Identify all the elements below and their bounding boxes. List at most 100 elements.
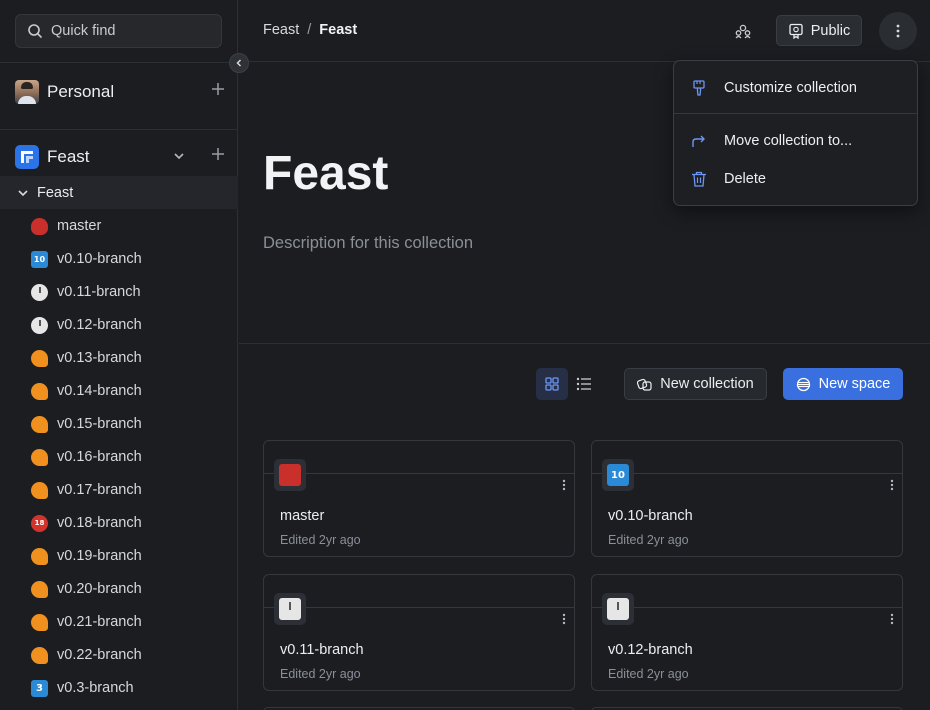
card-edited: Edited 2yr ago: [608, 667, 689, 681]
sidebar-item-label: v0.20-branch: [57, 581, 142, 597]
card-icon-box: [274, 593, 306, 625]
org-row-feast[interactable]: Feast: [15, 144, 225, 170]
card-divider: [592, 607, 902, 608]
search-label: Quick find: [51, 23, 116, 39]
breadcrumb: Feast / Feast: [263, 22, 357, 38]
sidebar-item-v0-14[interactable]: v0.14-branch: [31, 380, 142, 402]
tree-root-feast[interactable]: Feast: [0, 176, 238, 209]
grid-view-button[interactable]: [536, 368, 568, 400]
more-vertical-icon[interactable]: [890, 613, 894, 625]
chevron-down-icon[interactable]: [173, 150, 185, 162]
clock-icon: [31, 283, 48, 301]
paint-brush-icon: [693, 80, 705, 96]
sidebar-item-v0-13[interactable]: v0.13-branch: [31, 347, 142, 369]
card-icon-box: [274, 459, 306, 491]
sidebar-item-label: v0.19-branch: [57, 548, 142, 564]
croissant-icon: [31, 613, 48, 631]
sidebar-item-label: master: [57, 218, 102, 234]
sidebar-item-label: v0.17-branch: [57, 482, 142, 498]
list-view-button[interactable]: [568, 368, 600, 400]
card-icon-box: 10: [602, 459, 634, 491]
space-card-master[interactable]: master Edited 2yr ago: [263, 440, 575, 557]
sidebar-item-v0-21[interactable]: v0.21-branch: [31, 611, 142, 633]
new-space-button[interactable]: New space: [783, 368, 903, 400]
more-vertical-icon[interactable]: [562, 613, 566, 625]
menu-item-customize[interactable]: Customize collection: [674, 71, 917, 105]
more-vertical-icon[interactable]: [562, 479, 566, 491]
sidebar-item-v0-18[interactable]: 18 v0.18-branch: [31, 512, 142, 534]
page-title[interactable]: Feast: [263, 146, 388, 201]
no-one-under-eighteen-icon: 18: [31, 514, 48, 532]
breadcrumb-parent[interactable]: Feast: [263, 22, 299, 38]
sidebar-item-v0-20[interactable]: v0.20-branch: [31, 578, 142, 600]
personal-label: Personal: [47, 82, 115, 101]
list-icon: [576, 377, 591, 391]
sidebar-item-v0-11[interactable]: v0.11-branch: [31, 281, 141, 303]
sidebar-item-label: v0.13-branch: [57, 350, 142, 366]
new-space-label: New space: [818, 376, 891, 392]
sidebar-item-v0-10[interactable]: 10 v0.10-branch: [31, 248, 142, 270]
org-label: Feast: [47, 147, 90, 166]
clock-icon: [607, 598, 629, 620]
page-description[interactable]: Description for this collection: [263, 234, 473, 253]
croissant-icon: [31, 349, 48, 367]
more-options-button[interactable]: [879, 12, 917, 50]
clock-icon: [279, 598, 301, 620]
card-title: v0.11-branch: [280, 642, 364, 658]
ogre-icon: [31, 217, 48, 235]
space-icon: [796, 377, 810, 391]
new-collection-button[interactable]: New collection: [624, 368, 767, 400]
croissant-icon: [31, 646, 48, 664]
menu-item-delete[interactable]: Delete: [674, 162, 917, 196]
sidebar-item-label: v0.11-branch: [57, 284, 141, 300]
sidebar-item-label: v0.15-branch: [57, 416, 142, 432]
breadcrumb-current[interactable]: Feast: [319, 22, 357, 38]
card-edited: Edited 2yr ago: [280, 533, 361, 547]
sidebar-item-v0-22[interactable]: v0.22-branch: [31, 644, 142, 666]
add-personal-icon[interactable]: [211, 82, 225, 96]
card-edited: Edited 2yr ago: [608, 533, 689, 547]
croissant-icon: [31, 481, 48, 499]
ogre-icon: [279, 464, 301, 486]
croissant-icon: [31, 580, 48, 598]
avatar: [15, 80, 39, 104]
personal-space-row[interactable]: Personal: [15, 79, 225, 105]
new-collection-label: New collection: [660, 376, 754, 392]
public-visibility-button[interactable]: Public: [776, 15, 862, 46]
collection-icon: [637, 378, 652, 391]
topbar: Feast / Feast Public: [239, 0, 930, 62]
keycap-ten-icon: 10: [607, 464, 629, 486]
sidebar-item-label: v0.21-branch: [57, 614, 142, 630]
globe-doc-icon: [789, 23, 803, 39]
add-space-icon[interactable]: [211, 147, 225, 161]
sidebar-item-master[interactable]: master: [31, 215, 101, 237]
croissant-icon: [31, 415, 48, 433]
card-divider: [264, 473, 574, 474]
sidebar-item-label: v0.3-branch: [57, 680, 134, 696]
sidebar-item-v0-3[interactable]: 3 v0.3-branch: [31, 677, 134, 699]
divider: [0, 129, 238, 130]
sidebar-item-v0-12[interactable]: v0.12-branch: [31, 314, 142, 336]
collapse-sidebar-button[interactable]: [229, 53, 249, 73]
sidebar-item-label: v0.10-branch: [57, 251, 142, 267]
space-card-v0-12[interactable]: v0.12-branch Edited 2yr ago: [591, 574, 903, 691]
card-title: v0.12-branch: [608, 642, 693, 658]
card-divider: [592, 473, 902, 474]
space-card-v0-11[interactable]: v0.11-branch Edited 2yr ago: [263, 574, 575, 691]
sidebar-item-v0-15[interactable]: v0.15-branch: [31, 413, 142, 435]
sidebar-item-v0-17[interactable]: v0.17-branch: [31, 479, 142, 501]
sidebar-item-v0-16[interactable]: v0.16-branch: [31, 446, 142, 468]
croissant-icon: [31, 382, 48, 400]
share-people-icon[interactable]: [734, 22, 752, 40]
menu-item-move[interactable]: Move collection to...: [674, 124, 917, 158]
more-vertical-icon[interactable]: [890, 479, 894, 491]
quick-find-search[interactable]: Quick find: [15, 14, 222, 48]
chevron-down-icon[interactable]: [17, 187, 29, 199]
sidebar: Quick find Personal Feast Feast master 1…: [0, 0, 238, 710]
croissant-icon: [31, 547, 48, 565]
sidebar-item-label: v0.14-branch: [57, 383, 142, 399]
sidebar-item-v0-19[interactable]: v0.19-branch: [31, 545, 142, 567]
space-card-v0-10[interactable]: 10 v0.10-branch Edited 2yr ago: [591, 440, 903, 557]
tree-root-label: Feast: [37, 184, 74, 201]
croissant-icon: [31, 448, 48, 466]
